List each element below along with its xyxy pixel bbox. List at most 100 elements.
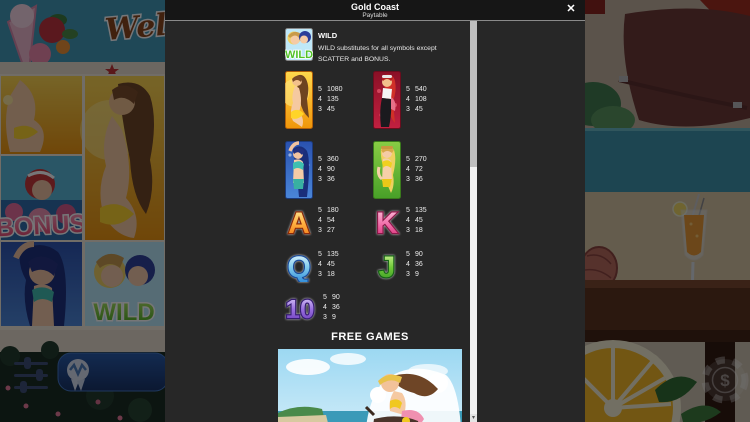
pay-value: 9 <box>415 271 419 278</box>
pay-count: 3 <box>406 175 415 185</box>
pay-count: 4 <box>323 303 332 313</box>
pay-value: 90 <box>327 166 335 173</box>
pay-count: 3 <box>318 226 327 236</box>
pay-value: 36 <box>327 176 335 183</box>
svg-text:A: A <box>288 207 310 238</box>
svg-text:J: J <box>379 251 396 282</box>
pay-row: 39 <box>406 270 423 280</box>
pay-row: 318 <box>318 270 339 280</box>
pay-count: 5 <box>406 206 415 216</box>
pay-value: 36 <box>415 176 423 183</box>
pay-count: 5 <box>318 206 327 216</box>
pay-row: 590 <box>406 250 423 260</box>
symbol-letter-A: A <box>285 204 313 238</box>
pay-value: 45 <box>415 217 423 224</box>
pay-row: 39 <box>323 313 340 323</box>
pay-count: 5 <box>318 85 327 95</box>
pay-count: 5 <box>323 293 332 303</box>
symbol-girl-orange <box>285 71 313 129</box>
pay-value: 135 <box>327 96 339 103</box>
pay-value: 540 <box>415 86 427 93</box>
pay-count: 4 <box>406 260 415 270</box>
pay-count: 3 <box>406 270 415 280</box>
modal-header: Gold Coast Paytable ✕ <box>165 0 585 21</box>
paytable-cell: J 590 436 39 <box>373 248 423 282</box>
game-screen: Welcome <box>0 0 750 422</box>
pay-table: 5135 445 318 <box>406 206 427 238</box>
pay-value: 180 <box>327 207 339 214</box>
pay-row: 5135 <box>406 206 427 216</box>
pay-row: 590 <box>323 293 340 303</box>
pay-row: 327 <box>318 226 339 236</box>
pay-table: 590 436 39 <box>323 293 340 325</box>
pay-row: 436 <box>323 303 340 313</box>
pay-value: 36 <box>415 261 423 268</box>
pay-count: 4 <box>318 216 327 226</box>
paytable-modal: Gold Coast Paytable ✕ WILD WILD WILD sub… <box>165 0 585 422</box>
wild-symbol-icon: WILD <box>285 28 313 61</box>
symbol-letter-J: J <box>373 248 401 282</box>
scrollbar-thumb[interactable] <box>470 21 477 167</box>
pay-row: 5180 <box>318 206 339 216</box>
pay-value: 45 <box>327 106 335 113</box>
pay-row: 345 <box>318 105 343 115</box>
wild-section-description: WILD substitutes for all symbols except … <box>318 43 466 65</box>
pay-value: 135 <box>415 207 427 214</box>
pay-row: 4108 <box>406 95 427 105</box>
modal-body: WILD WILD WILD substitutes for all symbo… <box>165 21 585 422</box>
pay-value: 1080 <box>327 86 343 93</box>
paytable-scroll-pane: WILD WILD WILD substitutes for all symbo… <box>165 21 470 422</box>
pay-count: 4 <box>318 165 327 175</box>
pay-count: 5 <box>406 85 415 95</box>
pay-count: 5 <box>318 250 327 260</box>
pay-value: 90 <box>415 251 423 258</box>
pay-count: 3 <box>318 105 327 115</box>
pay-value: 45 <box>415 106 423 113</box>
pay-count: 3 <box>318 175 327 185</box>
svg-text:10: 10 <box>286 294 315 324</box>
pay-value: 18 <box>415 227 423 234</box>
svg-text:Q: Q <box>287 251 310 282</box>
pay-value: 9 <box>332 314 336 321</box>
pay-value: 36 <box>332 304 340 311</box>
free-games-illustration <box>278 349 462 422</box>
pay-value: 90 <box>332 294 340 301</box>
pay-value: 45 <box>327 261 335 268</box>
pay-table: 5135 445 318 <box>318 250 339 282</box>
pay-count: 3 <box>406 105 415 115</box>
paytable-cell: 5360 490 336 <box>285 141 339 199</box>
scrollbar[interactable]: ▾ <box>470 21 477 422</box>
close-icon[interactable]: ✕ <box>563 1 579 17</box>
pay-count: 4 <box>406 95 415 105</box>
scrollbar-down-arrow-icon[interactable]: ▾ <box>470 414 477 422</box>
pay-table: 5540 4108 345 <box>406 85 427 129</box>
pay-row: 490 <box>318 165 339 175</box>
pay-table: 5360 490 336 <box>318 155 339 199</box>
symbol-girl-green <box>373 141 401 199</box>
symbol-letter-K: K <box>373 204 401 238</box>
pay-row: 445 <box>406 216 427 226</box>
pay-table: 5270 472 336 <box>406 155 427 199</box>
svg-text:K: K <box>376 207 398 238</box>
pay-value: 135 <box>327 251 339 258</box>
paytable-cell: Q 5135 445 318 <box>285 248 339 282</box>
pay-value: 27 <box>327 227 335 234</box>
pay-row: 336 <box>406 175 427 185</box>
pay-count: 3 <box>318 270 327 280</box>
pay-row: 5135 <box>318 250 339 260</box>
wild-icon-label: WILD <box>285 49 313 61</box>
pay-row: 4135 <box>318 95 343 105</box>
paytable-cell: 5270 472 336 <box>373 141 427 199</box>
pay-count: 3 <box>406 226 415 236</box>
pay-row: 454 <box>318 216 339 226</box>
modal-title: Gold Coast <box>165 0 585 12</box>
pay-row: 472 <box>406 165 427 175</box>
pay-value: 72 <box>415 166 423 173</box>
pay-value: 18 <box>327 271 335 278</box>
pay-row: 345 <box>406 105 427 115</box>
free-games-heading: FREE GAMES <box>278 331 462 343</box>
symbol-girl-red <box>373 71 401 129</box>
paytable-cell: A 5180 454 327 <box>285 204 339 238</box>
pay-row: 318 <box>406 226 427 236</box>
pay-table: 590 436 39 <box>406 250 423 282</box>
